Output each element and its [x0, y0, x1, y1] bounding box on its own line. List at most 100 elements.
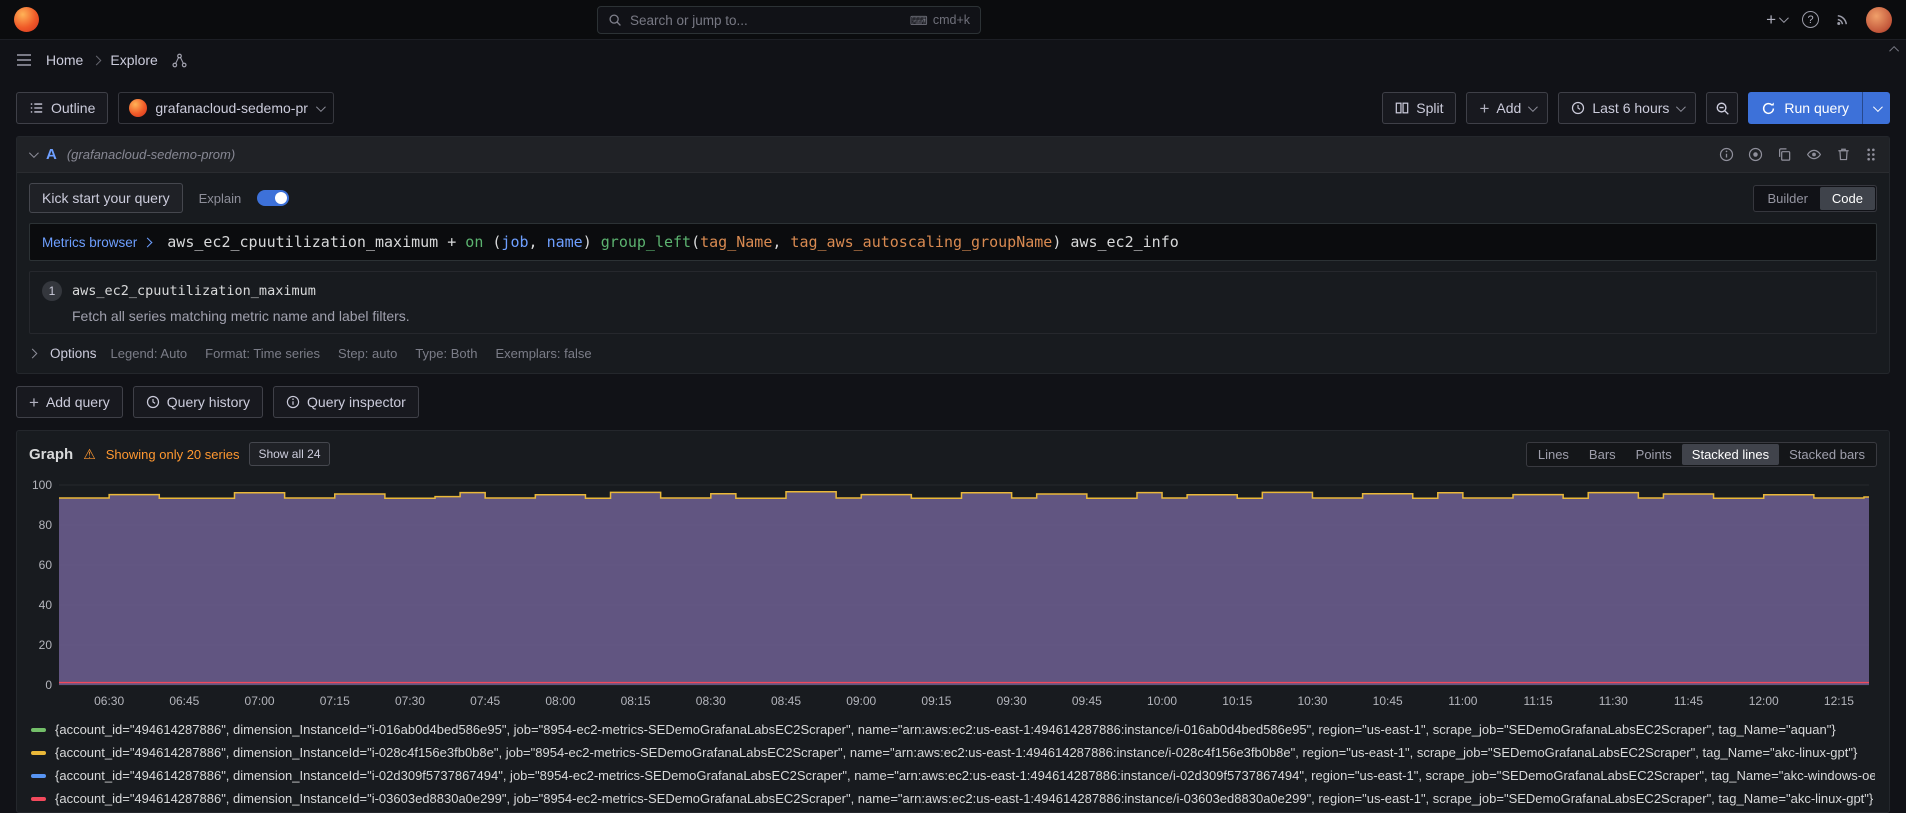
breadcrumb-explore[interactable]: Explore [110, 52, 157, 68]
help-button[interactable]: ? [1802, 11, 1819, 28]
chevron-right-icon [92, 55, 102, 65]
svg-text:11:15: 11:15 [1524, 694, 1553, 708]
hide-response-icon[interactable] [1806, 147, 1822, 162]
series-label: {account_id="494614287886", dimension_In… [55, 791, 1873, 806]
chevron-right-icon [143, 237, 153, 247]
chevron-down-icon [1676, 102, 1686, 112]
svg-text:11:00: 11:00 [1448, 694, 1477, 708]
run-query-options-button[interactable] [1862, 92, 1890, 124]
svg-text:08:00: 08:00 [545, 694, 575, 708]
svg-text:11:30: 11:30 [1599, 694, 1628, 708]
mode-lines[interactable]: Lines [1528, 444, 1579, 465]
editor-mode-code[interactable]: Code [1820, 187, 1875, 210]
metrics-browser-button[interactable]: Metrics browser [42, 235, 151, 250]
legend-item[interactable]: {account_id="494614287886", dimension_In… [31, 741, 1875, 764]
explain-toggle[interactable] [257, 190, 289, 206]
query-inspector-button[interactable]: Query inspector [273, 386, 419, 418]
svg-text:08:45: 08:45 [771, 694, 801, 708]
svg-text:11:45: 11:45 [1674, 694, 1703, 708]
kick-start-button[interactable]: Kick start your query [29, 183, 183, 213]
expr-token: tag_aws_autoscaling_groupName [790, 233, 1052, 251]
help-icon: ? [1802, 11, 1819, 28]
explain-card: 1 aws_ec2_cpuutilization_maximum Fetch a… [29, 271, 1877, 334]
grafana-logo-icon[interactable] [14, 7, 39, 32]
svg-text:80: 80 [39, 518, 53, 532]
graph-canvas[interactable]: 02040608010006:3006:4507:0007:1507:3007:… [29, 473, 1877, 716]
svg-text:07:00: 07:00 [245, 694, 275, 708]
query-header-actions [1719, 147, 1877, 162]
legend-item[interactable]: {account_id="494614287886", dimension_In… [31, 787, 1875, 810]
query-row-header[interactable]: A (grafanacloud-sedemo-prom) [17, 137, 1889, 173]
editor-mode-builder[interactable]: Builder [1755, 187, 1819, 210]
time-range-picker[interactable]: Last 6 hours [1558, 92, 1696, 124]
menu-toggle-button[interactable] [16, 53, 32, 67]
disable-query-icon[interactable] [1748, 147, 1763, 162]
run-query-button[interactable]: Run query [1748, 92, 1862, 124]
query-ref-id[interactable]: A [46, 146, 57, 163]
outline-icon [29, 101, 44, 115]
toggle-knob [275, 192, 287, 204]
expr-token: , [529, 233, 547, 251]
topnav-actions: + ? [1766, 7, 1892, 33]
options-summary: Legend: AutoFormat: Time seriesStep: aut… [111, 346, 592, 361]
series-limit-warning: Showing only 20 series [106, 447, 240, 462]
option-summary-item: Type: Both [415, 346, 477, 361]
svg-text:0: 0 [45, 678, 52, 692]
share-shortcut-button[interactable] [172, 53, 187, 68]
breadcrumb-home[interactable]: Home [46, 52, 83, 68]
zoom-out-button[interactable] [1706, 92, 1738, 124]
svg-text:09:45: 09:45 [1072, 694, 1102, 708]
svg-text:10:15: 10:15 [1222, 694, 1252, 708]
drag-handle-icon[interactable] [1865, 147, 1877, 162]
query-history-button[interactable]: Query history [133, 386, 263, 418]
remove-query-icon[interactable] [1836, 147, 1851, 162]
svg-text:06:45: 06:45 [169, 694, 199, 708]
query-editor-panel: A (grafanacloud-sedemo-prom) [16, 136, 1890, 374]
info-circle-icon [286, 395, 300, 409]
collapse-query-icon[interactable] [29, 148, 39, 158]
svg-text:40: 40 [39, 598, 53, 612]
svg-text:10:30: 10:30 [1297, 694, 1327, 708]
chevron-down-icon [1873, 102, 1883, 112]
user-avatar[interactable] [1866, 7, 1892, 33]
info-icon[interactable] [1719, 147, 1734, 162]
add-query-button[interactable]: + Add query [16, 386, 123, 418]
svg-text:06:30: 06:30 [94, 694, 124, 708]
new-menu-button[interactable]: + [1766, 11, 1786, 28]
metrics-browser-label: Metrics browser [42, 235, 137, 250]
mode-bars[interactable]: Bars [1579, 444, 1626, 465]
mode-stacked-lines[interactable]: Stacked lines [1682, 444, 1779, 465]
mode-points[interactable]: Points [1626, 444, 1682, 465]
add-query-label: Add query [46, 394, 110, 410]
graph-svg[interactable]: 02040608010006:3006:4507:0007:1507:3007:… [29, 473, 1877, 713]
svg-text:60: 60 [39, 558, 53, 572]
legend-item[interactable]: {account_id="494614287886", dimension_In… [31, 764, 1875, 787]
split-button[interactable]: Split [1382, 92, 1456, 124]
chevron-down-icon [1779, 13, 1789, 23]
svg-text:07:45: 07:45 [470, 694, 500, 708]
svg-text:08:30: 08:30 [696, 694, 726, 708]
news-button[interactable] [1835, 12, 1850, 27]
datasource-picker[interactable]: grafanacloud-sedemo-pr [118, 92, 334, 124]
add-button[interactable]: + Add [1466, 92, 1548, 124]
series-label: {account_id="494614287886", dimension_In… [55, 745, 1857, 760]
query-expression[interactable]: aws_ec2_cpuutilization_maximum + on (job… [167, 233, 1864, 251]
query-options-row[interactable]: Options Legend: AutoFormat: Time seriesS… [29, 344, 1877, 361]
legend-item[interactable]: {account_id="494614287886", dimension_In… [31, 718, 1875, 741]
query-datasource-hint: (grafanacloud-sedemo-prom) [67, 147, 235, 162]
option-summary-item: Step: auto [338, 346, 397, 361]
time-range-label: Last 6 hours [1592, 100, 1669, 116]
chevron-down-icon [316, 102, 326, 112]
query-field[interactable]: Metrics browser aws_ec2_cpuutilization_m… [29, 223, 1877, 261]
expr-token: + [447, 233, 465, 251]
duplicate-query-icon[interactable] [1777, 147, 1792, 162]
search-input[interactable]: Search or jump to... ⌨ cmd+k [597, 6, 981, 34]
mode-stacked-bars[interactable]: Stacked bars [1779, 444, 1875, 465]
show-all-series-button[interactable]: Show all 24 [249, 442, 329, 466]
query-inspector-label: Query inspector [307, 394, 406, 410]
svg-text:10:00: 10:00 [1147, 694, 1177, 708]
expr-token: job [501, 233, 528, 251]
expr-token: ) [1052, 233, 1070, 251]
outline-button[interactable]: Outline [16, 92, 108, 124]
breadcrumb: Home Explore [46, 52, 158, 68]
